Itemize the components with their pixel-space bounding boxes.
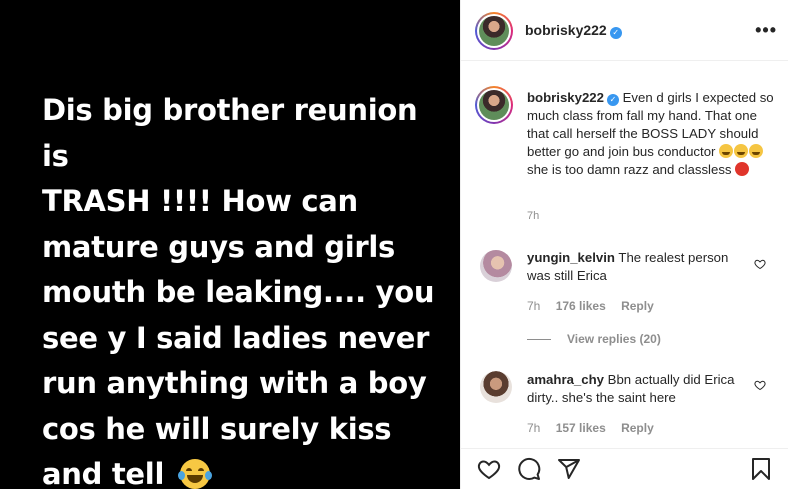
header-avatar[interactable] xyxy=(475,12,513,50)
comment-like-heart-icon[interactable] xyxy=(754,379,766,391)
media-line: mouth be leaking.... you xyxy=(42,275,435,309)
comment-username[interactable]: amahra_chy xyxy=(527,372,604,387)
media-line: TRASH !!!! How can xyxy=(42,184,358,218)
comment-time[interactable]: 7h xyxy=(527,299,540,313)
caption-text: bobrisky222 ✓ Even d girls I expected so … xyxy=(527,89,777,179)
comment-likes[interactable]: 157 likes xyxy=(556,421,606,435)
media-line: and tell xyxy=(42,457,165,489)
replies-divider-line xyxy=(527,338,551,340)
verified-badge-icon: ✓ xyxy=(609,27,622,39)
caption-username[interactable]: bobrisky222 xyxy=(527,90,604,105)
comment-meta: 7h 157 likes Reply xyxy=(527,421,666,435)
view-replies-label[interactable]: View replies (20) xyxy=(567,332,661,346)
caption-timestamp[interactable]: 7h xyxy=(527,210,539,222)
verified-badge-icon: ✓ xyxy=(606,94,619,106)
more-options-icon[interactable]: ••• xyxy=(755,20,777,41)
caption-body-2: she is too damn razz and classless xyxy=(527,162,732,177)
media-text: Dis big brother reunion is TRASH !!!! Ho… xyxy=(42,88,442,489)
grimacing-sweat-emoji-icon xyxy=(749,144,764,158)
post-sidebar: bobrisky222 ✓ ••• bobrisky222 ✓ Even d gir… xyxy=(460,0,788,489)
comment-text: amahra_chy Bbn actually did Erica dirty.… xyxy=(527,371,749,407)
comment-time[interactable]: 7h xyxy=(527,421,540,435)
header-username[interactable]: bobrisky222 xyxy=(525,22,607,38)
grimacing-sweat-emoji-icon xyxy=(734,144,749,158)
comment-username[interactable]: yungin_kelvin xyxy=(527,250,615,265)
post-header: bobrisky222 ✓ ••• xyxy=(461,0,788,61)
comment-avatar[interactable] xyxy=(480,371,512,403)
grimacing-sweat-emoji-icon xyxy=(719,144,734,158)
share-icon[interactable] xyxy=(557,457,581,481)
media-line-last: and tell xyxy=(42,452,442,489)
bookmark-icon[interactable] xyxy=(749,457,773,481)
comment-text: yungin_kelvin The realest person was sti… xyxy=(527,249,749,285)
media-line: Dis big brother reunion is xyxy=(42,93,418,173)
post-media: Dis big brother reunion is TRASH !!!! Ho… xyxy=(0,0,460,489)
comment-like-heart-icon[interactable] xyxy=(754,258,766,270)
media-line: mature guys and girls xyxy=(42,229,396,264)
comment-likes[interactable]: 176 likes xyxy=(556,299,606,313)
media-line: see y I said ladies never xyxy=(42,320,430,355)
view-replies-button[interactable]: View replies (20) xyxy=(527,332,661,346)
media-line: run anything with a boy xyxy=(42,366,427,400)
comment-icon[interactable] xyxy=(517,457,541,481)
caption-avatar[interactable] xyxy=(475,86,513,124)
header-username-link[interactable]: bobrisky222 ✓ xyxy=(525,22,622,39)
post-actions-bar xyxy=(461,448,788,489)
comment-avatar[interactable] xyxy=(480,250,512,282)
comment-meta: 7h 176 likes Reply xyxy=(527,299,666,313)
instagram-post: Dis big brother reunion is TRASH !!!! Ho… xyxy=(0,0,788,489)
comment-reply-button[interactable]: Reply xyxy=(621,299,654,313)
comment-reply-button[interactable]: Reply xyxy=(621,421,654,435)
heart-icon[interactable] xyxy=(477,457,501,481)
media-line: cos he will surely kiss xyxy=(42,411,392,446)
laughing-emoji-icon xyxy=(177,459,212,489)
angry-face-emoji-icon xyxy=(734,162,749,176)
